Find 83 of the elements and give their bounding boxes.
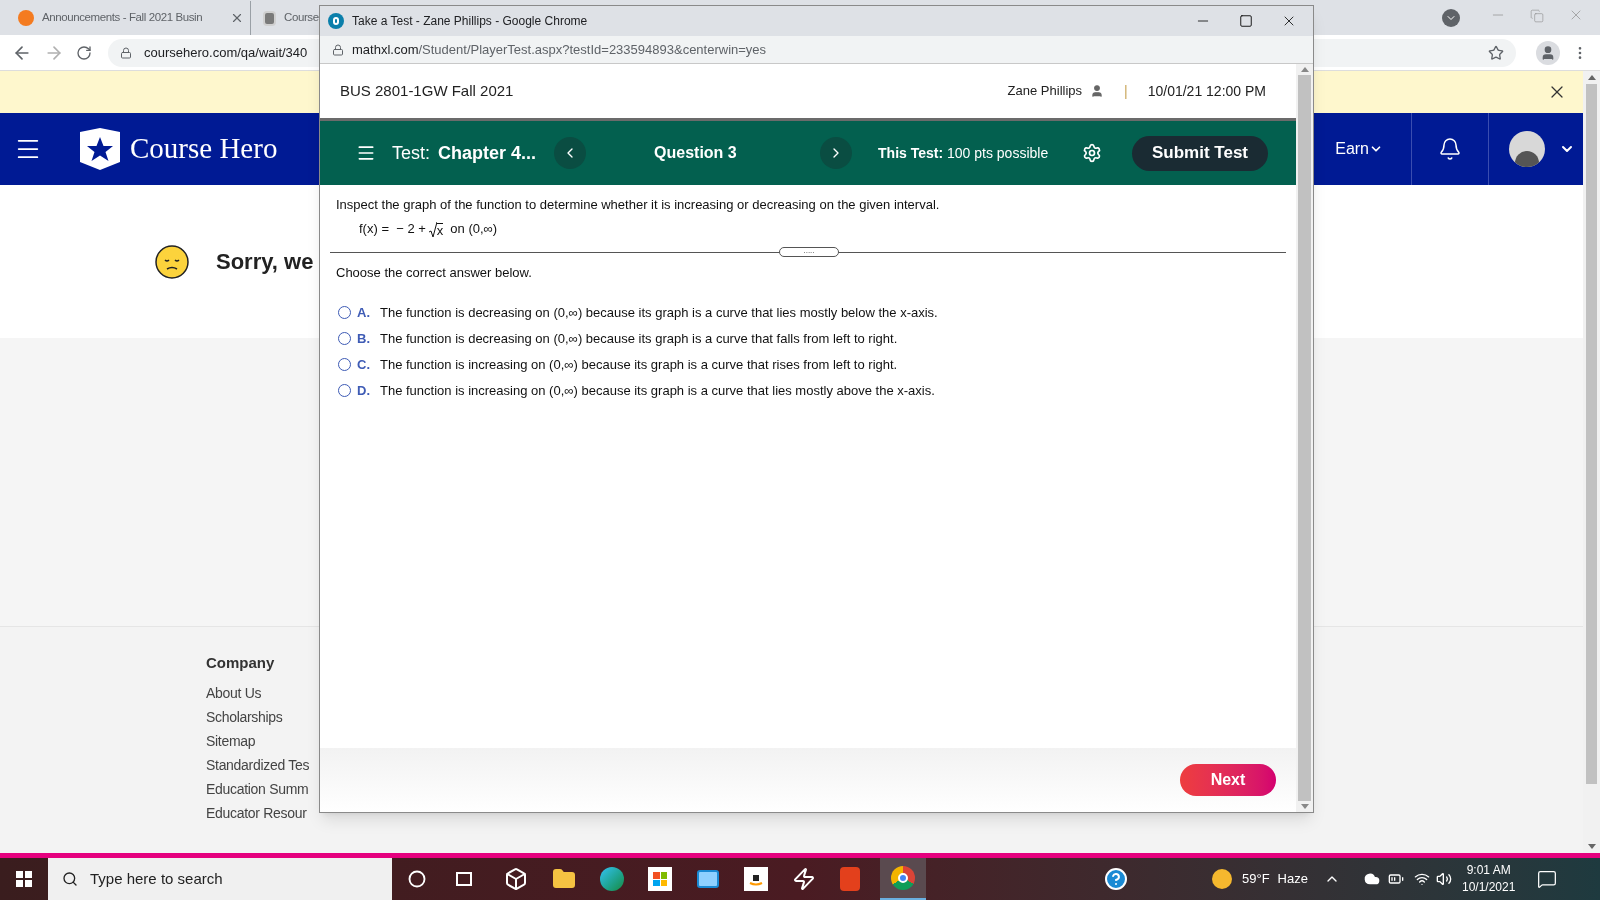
url-text: coursehero.com/qa/wait/340 xyxy=(144,43,308,62)
choice-letter: A. xyxy=(357,303,371,322)
site-logo-text: Course Hero xyxy=(130,131,278,167)
points-info: This Test: 100 pts possible xyxy=(878,143,1049,163)
header-separator: | xyxy=(1124,81,1128,101)
tab-title: Course xyxy=(284,10,319,26)
notifications-icon[interactable] xyxy=(1438,137,1462,161)
course-title: BUS 2801-1GW Fall 2021 xyxy=(340,80,514,101)
choice-text: The function is increasing on (0,∞) because its graph is a curve that rises from left to right. xyxy=(380,355,898,374)
reload-icon[interactable] xyxy=(76,44,92,61)
store-icon[interactable] xyxy=(648,867,672,891)
choice-letter: B. xyxy=(357,329,371,348)
due-date: 10/01/21 12:00 PM xyxy=(1147,81,1266,101)
test-label: Test: xyxy=(392,141,430,165)
avatar[interactable] xyxy=(1509,131,1545,167)
next-question-button[interactable] xyxy=(820,137,853,169)
weather-condition: Haze xyxy=(1277,870,1308,889)
function-formula: f(x) = − 2 + x on (0,∞) xyxy=(358,219,499,238)
profile-icon[interactable] xyxy=(1536,40,1560,65)
test-name: Chapter 4... xyxy=(438,141,537,165)
submit-test-button[interactable]: Submit Test xyxy=(1131,135,1268,171)
url-text: mathxl.com/Student/PlayerTest.aspx?testId=233594893&centerwin=yes xyxy=(352,40,767,59)
scroll-up-icon[interactable] xyxy=(1587,75,1596,80)
file-explorer-icon[interactable] xyxy=(552,867,576,891)
user-icon xyxy=(1090,84,1105,98)
choice-letter: C. xyxy=(357,355,371,374)
choice-text: The function is increasing on (0,∞) because its graph is a curve that lies mostly above the x-axis. xyxy=(380,381,935,400)
scroll-down-icon[interactable] xyxy=(1587,844,1596,849)
error-message: Sorry, we xyxy=(216,248,314,276)
settings-icon[interactable] xyxy=(1082,143,1103,163)
onedrive-icon[interactable] xyxy=(1363,871,1380,887)
site-logo-icon xyxy=(328,13,344,29)
dropbox-icon[interactable] xyxy=(504,867,528,891)
lock-icon xyxy=(332,43,344,56)
lock-icon xyxy=(120,46,132,59)
previous-question-button[interactable] xyxy=(554,137,587,169)
app-icon[interactable] xyxy=(792,867,816,891)
footer-link[interactable]: Standardized Tes xyxy=(206,755,310,775)
maximize-icon[interactable] xyxy=(1239,14,1253,28)
choice-text: The function is decreasing on (0,∞) because its graph is a curve that falls from left to right. xyxy=(380,329,898,348)
task-view-icon[interactable] xyxy=(456,872,472,886)
radical-icon xyxy=(428,222,437,238)
tab-favicon-icon xyxy=(18,10,34,26)
choice-letter: D. xyxy=(357,381,371,400)
next-button[interactable]: Next xyxy=(1180,764,1276,796)
clock[interactable]: 9:01 AM 10/1/2021 xyxy=(1461,862,1516,896)
sad-face-icon xyxy=(155,244,189,279)
chrome-icon[interactable] xyxy=(880,858,926,900)
help-icon[interactable] xyxy=(1104,867,1128,891)
footer-link[interactable]: Educator Resour xyxy=(206,803,307,823)
footer-link[interactable]: Sitemap xyxy=(206,731,256,751)
footer-link[interactable]: About Us xyxy=(206,683,262,703)
cortana-icon[interactable] xyxy=(408,870,426,888)
choice-text: The function is decreasing on (0,∞) because its graph is a curve that lies mostly below the x-axis. xyxy=(380,303,938,322)
tab-title: Announcements - Fall 2021 Busin xyxy=(42,10,203,26)
menu-icon[interactable] xyxy=(356,143,376,163)
battery-icon[interactable] xyxy=(1387,871,1404,887)
footer-link[interactable]: Education Summ xyxy=(206,779,309,799)
tab-favicon-icon xyxy=(263,10,276,26)
tab-search-icon[interactable] xyxy=(1442,9,1460,27)
footer-link[interactable]: Scholarships xyxy=(206,707,283,727)
volume-icon[interactable] xyxy=(1435,871,1452,887)
wifi-icon[interactable] xyxy=(1413,871,1430,887)
earn-menu[interactable]: Earn xyxy=(1335,137,1383,161)
mail-icon[interactable] xyxy=(696,867,720,891)
bookmark-icon[interactable] xyxy=(1488,44,1504,61)
expand-handle[interactable]: ..... xyxy=(779,247,839,257)
amazon-icon[interactable] xyxy=(744,867,768,891)
taskbar-search-field[interactable]: Type here to search xyxy=(48,858,392,900)
answer-instruction: Choose the correct answer below. xyxy=(335,264,533,282)
logo-icon xyxy=(80,128,120,170)
notifications-icon[interactable] xyxy=(1537,869,1558,889)
temperature: 59°F xyxy=(1242,870,1270,889)
search-icon xyxy=(62,871,78,887)
user-name: Zane Phillips xyxy=(1007,82,1083,101)
question-prompt: Inspect the graph of the function to determine whether it is increasing or decreasing on the given interval. xyxy=(335,196,941,214)
question-number: Question 3 xyxy=(654,143,738,163)
weather-icon xyxy=(1212,869,1232,889)
edge-icon[interactable] xyxy=(600,867,624,891)
footer-heading: Company xyxy=(206,653,276,673)
popup-scrollbar[interactable] xyxy=(1296,64,1313,812)
tab-close-icon[interactable] xyxy=(230,11,244,25)
scroll-down-icon[interactable] xyxy=(1300,804,1309,809)
